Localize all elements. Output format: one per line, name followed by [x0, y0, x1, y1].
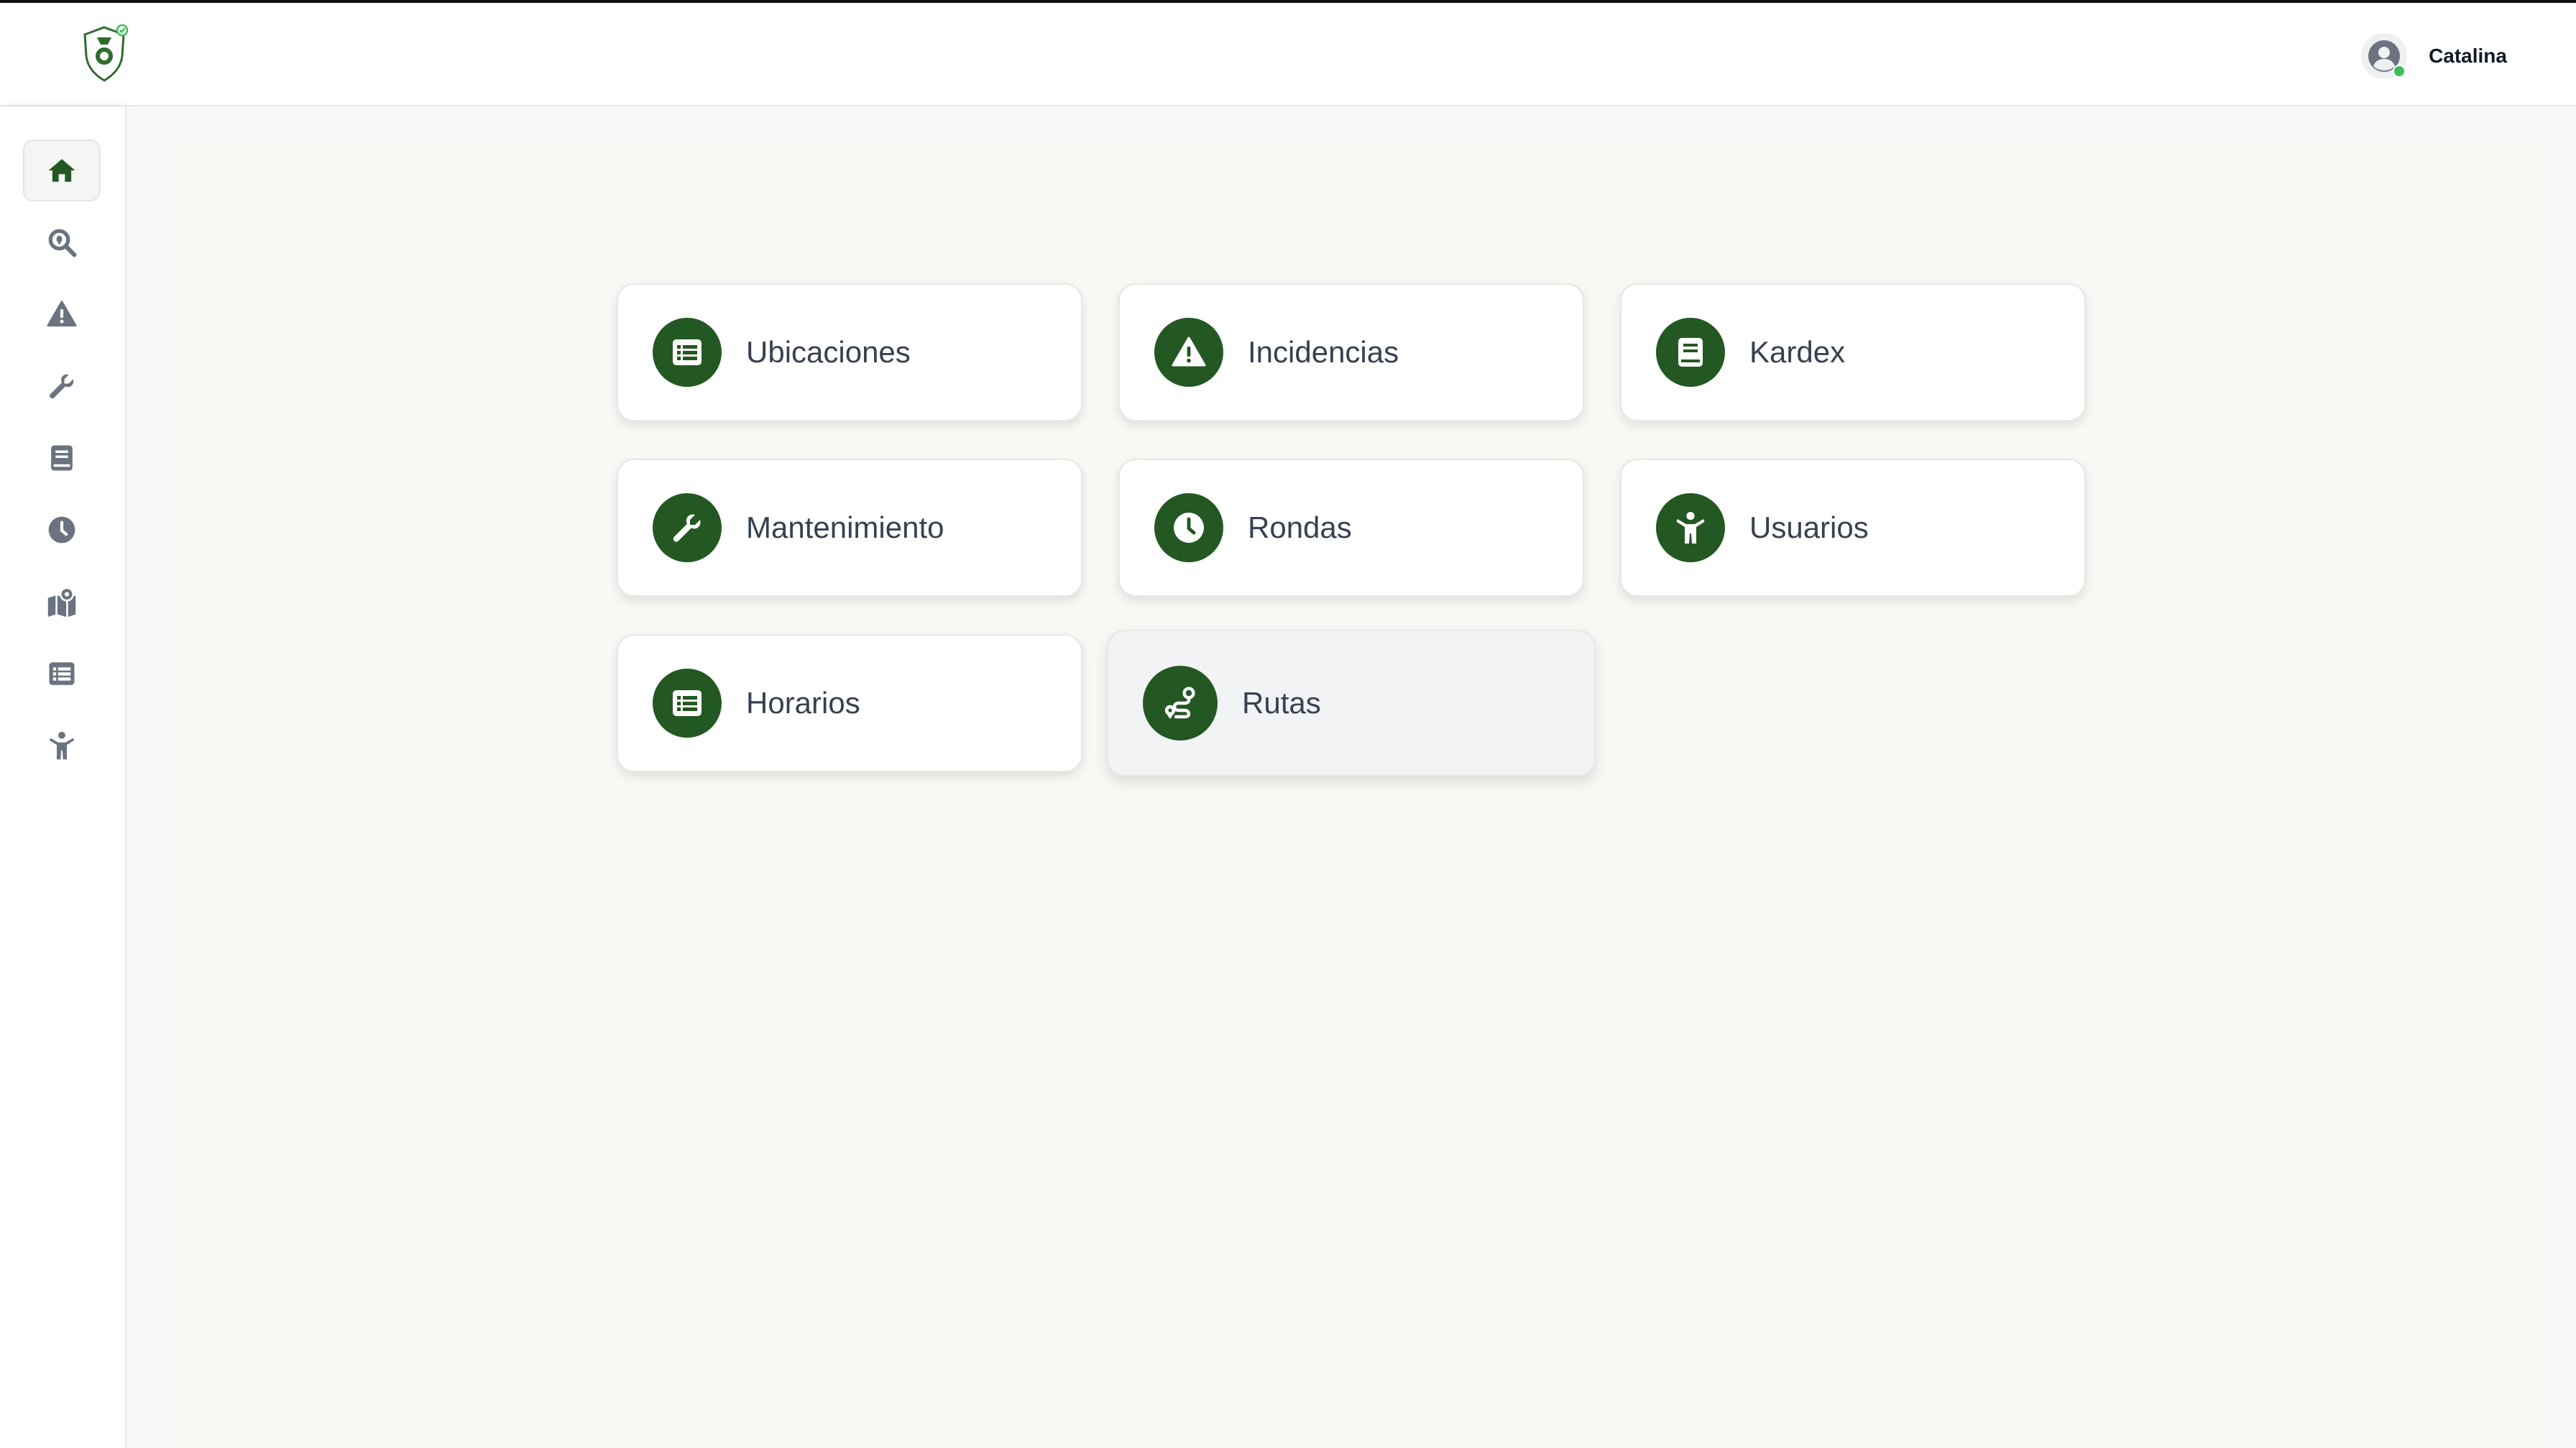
card-rondas[interactable]: Rondas — [1118, 459, 1584, 597]
card-ubicaciones[interactable]: Ubicaciones — [617, 283, 1082, 421]
card-icon-badge — [653, 318, 722, 387]
card-label: Usuarios — [1749, 510, 1869, 544]
card-icon-badge — [1656, 318, 1725, 387]
main-area: Ubicaciones Incidencias Kardex Mantenimi… — [126, 106, 2576, 1448]
card-label: Kardex — [1749, 335, 1846, 369]
search-location-icon — [48, 229, 77, 257]
wrench-icon — [673, 514, 701, 542]
book-icon — [1678, 338, 1703, 367]
card-usuarios[interactable]: Usuarios — [1620, 459, 2086, 597]
sidebar — [0, 106, 126, 1448]
sidebar-item-kardex[interactable] — [23, 427, 101, 489]
person-icon — [1676, 512, 1705, 544]
card-label: Horarios — [746, 686, 860, 720]
sidebar-item-home[interactable] — [23, 139, 101, 201]
card-kardex[interactable]: Kardex — [1620, 283, 2086, 421]
sidebar-item-search[interactable] — [23, 211, 101, 273]
route-icon — [1164, 687, 1195, 719]
sidebar-item-map[interactable] — [23, 571, 101, 633]
app-logo[interactable] — [78, 23, 131, 83]
sidebar-item-maintenance[interactable] — [23, 355, 101, 417]
online-status-dot — [2393, 65, 2406, 78]
avatar[interactable] — [2361, 33, 2408, 79]
home-icon — [48, 159, 75, 182]
clock-icon — [1174, 513, 1204, 543]
card-label: Rutas — [1242, 686, 1321, 720]
wrench-icon — [50, 374, 74, 399]
card-icon-badge — [1656, 493, 1725, 562]
clock-icon — [48, 516, 75, 544]
person-icon — [49, 731, 75, 760]
card-icon-badge — [653, 493, 722, 562]
card-mantenimiento[interactable]: Mantenimiento — [617, 459, 1082, 597]
card-icon-badge — [1143, 666, 1218, 741]
sidebar-item-incidents[interactable] — [23, 283, 101, 345]
map-location-icon — [47, 587, 76, 617]
list-icon — [49, 662, 75, 685]
dashboard-content: Ubicaciones Incidencias Kardex Mantenimi… — [162, 144, 2546, 1448]
card-icon-badge — [653, 669, 722, 738]
card-label: Rondas — [1248, 510, 1352, 544]
warning-icon — [1172, 336, 1206, 367]
card-horarios[interactable]: Horarios — [617, 634, 1082, 772]
sidebar-item-list[interactable] — [23, 643, 101, 705]
sidebar-item-rounds[interactable] — [23, 499, 101, 561]
sidebar-item-users[interactable] — [23, 715, 101, 776]
card-rutas[interactable]: Rutas — [1107, 630, 1596, 776]
warning-icon — [47, 301, 77, 327]
list-icon — [673, 690, 702, 716]
user-menu[interactable]: Catalina — [2361, 32, 2507, 81]
top-header: Catalina — [0, 3, 2576, 106]
list-icon — [673, 339, 702, 365]
card-label: Mantenimiento — [746, 510, 944, 544]
card-icon-badge — [1154, 493, 1223, 562]
card-label: Ubicaciones — [746, 335, 911, 369]
card-icon-badge — [1154, 318, 1223, 387]
book-icon — [51, 445, 73, 471]
card-incidencias[interactable]: Incidencias — [1118, 283, 1584, 421]
shield-logo-icon — [83, 24, 129, 82]
user-name: Catalina — [2429, 45, 2507, 67]
card-label: Incidencias — [1248, 335, 1399, 369]
